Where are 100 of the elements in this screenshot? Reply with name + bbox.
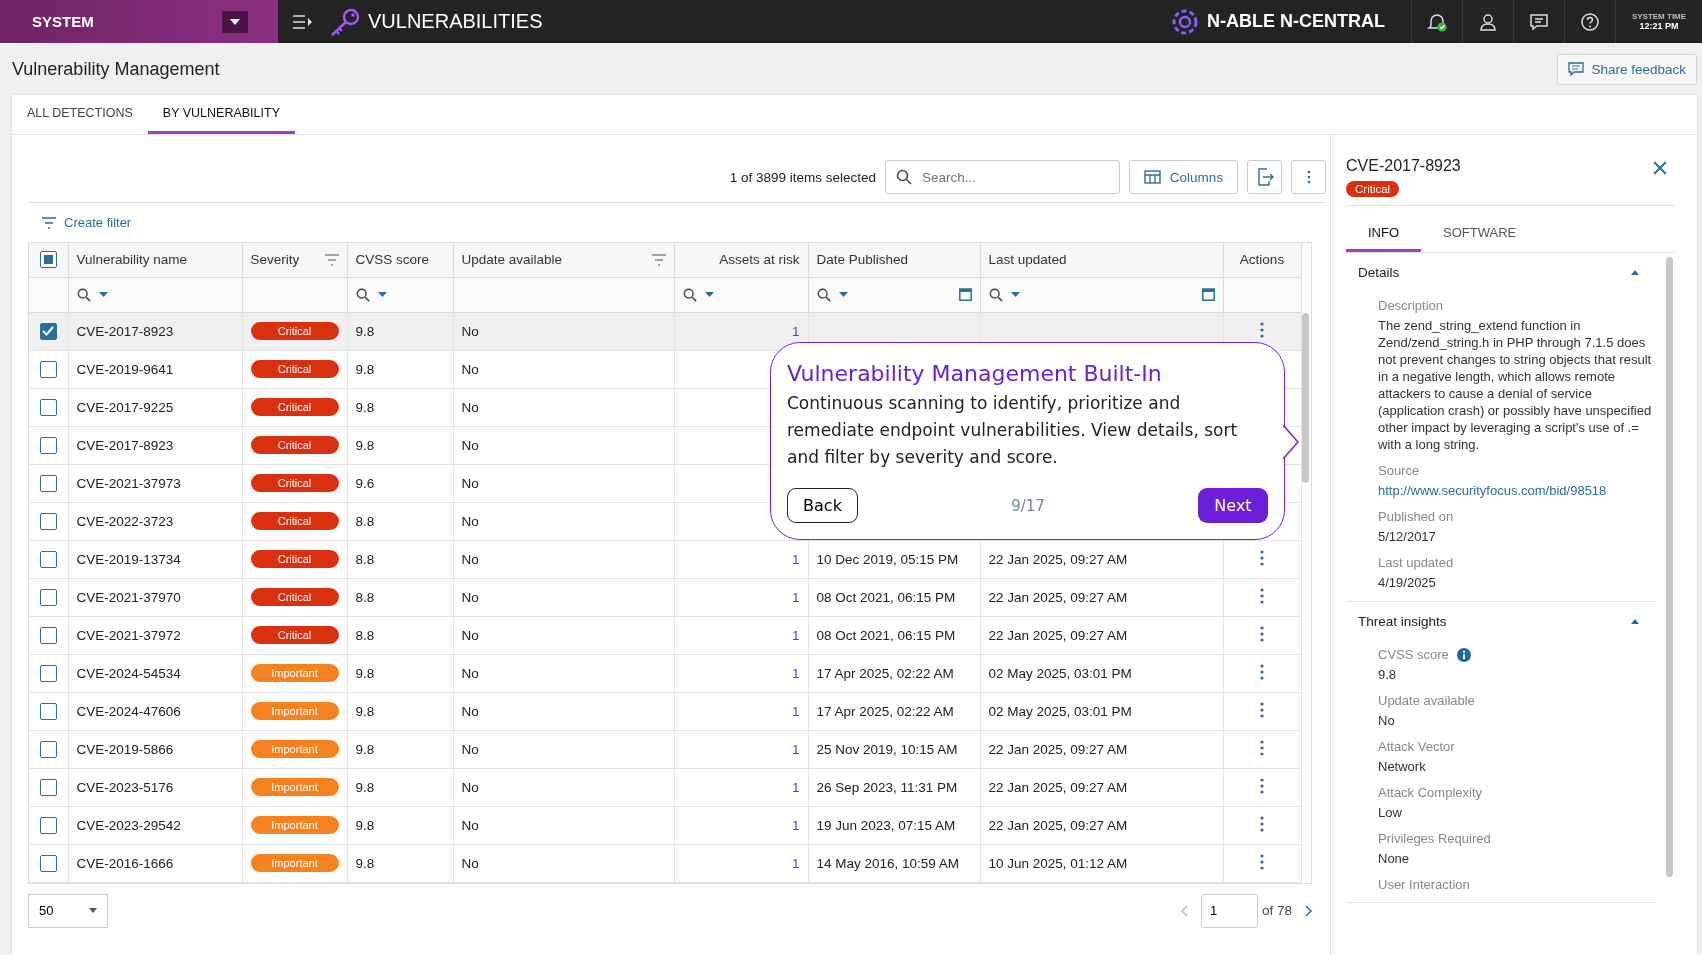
row-checkbox[interactable] [39, 740, 57, 758]
column-header[interactable]: Assets at risk [674, 243, 808, 277]
table-cell: No [461, 475, 479, 491]
section-header[interactable]: Threat insights [1346, 602, 1655, 637]
severity-badge: Critical [250, 474, 339, 492]
table-row[interactable]: CVE-2021-37972 Critical 8.8 No 1 08 Oct 2021, 06:15 PM 22 Jan 2025, 09:27 AM [29, 616, 1301, 654]
caret-icon[interactable] [704, 292, 714, 297]
comment-icon [1568, 62, 1585, 76]
column-header[interactable]: Last updated [980, 243, 1223, 277]
kebab-icon[interactable] [1260, 853, 1264, 870]
column-header[interactable]: Date Published [808, 243, 980, 277]
calendar-icon[interactable] [1201, 288, 1215, 301]
row-checkbox[interactable] [39, 550, 57, 568]
back-button[interactable]: Back [787, 488, 858, 523]
kebab-icon[interactable] [1260, 321, 1264, 338]
search-field[interactable]: Search... [885, 160, 1120, 194]
kebab-icon[interactable] [1260, 549, 1264, 566]
row-checkbox[interactable] [39, 474, 57, 492]
search-icon[interactable] [682, 287, 697, 302]
tab[interactable]: INFO [1346, 216, 1422, 252]
column-header[interactable]: Vulnerability name [68, 243, 242, 277]
row-checkbox[interactable] [39, 588, 57, 606]
columns-button[interactable]: Columns [1129, 160, 1238, 194]
row-checkbox[interactable] [39, 512, 57, 530]
table-row[interactable]: CVE-2024-54534 Important 9.8 No 1 17 Apr 2025, 02:22 AM 02 May 2025, 03:01 PM [29, 654, 1301, 692]
asset-count-link[interactable]: 1 [792, 627, 800, 643]
caret-icon[interactable] [1010, 292, 1020, 297]
column-header[interactable]: CVSS score [347, 243, 453, 277]
calendar-icon[interactable] [958, 288, 972, 301]
row-checkbox[interactable] [39, 778, 57, 796]
tab[interactable]: SOFTWARE [1421, 216, 1539, 252]
search-icon[interactable] [355, 287, 370, 302]
close-icon[interactable] [1653, 161, 1667, 175]
severity-badge: Important [250, 740, 339, 758]
search-icon[interactable] [988, 287, 1003, 302]
asset-count-link[interactable]: 1 [792, 741, 800, 757]
column-header[interactable]: Update available [453, 243, 674, 277]
field-value: Network [1378, 758, 1427, 775]
asset-count-link[interactable]: 1 [792, 855, 800, 871]
source-link[interactable]: http://www.securityfocus.com/bid/98518 [1378, 482, 1607, 499]
table-row[interactable]: CVE-2016-1666 Important 9.8 No 1 14 May 2016, 10:59 AM 10 Jun 2025, 01:12 AM [29, 844, 1301, 882]
scope-selector[interactable]: SYSTEM [0, 0, 278, 43]
asset-count-link[interactable]: 1 [792, 551, 800, 567]
kebab-icon[interactable] [1260, 663, 1264, 680]
row-checkbox[interactable] [39, 360, 57, 378]
table-row[interactable]: CVE-2019-5866 Important 9.8 No 1 25 Nov 2019, 10:15 AM 22 Jan 2025, 09:27 AM [29, 730, 1301, 768]
row-checkbox[interactable] [39, 854, 57, 872]
tab[interactable]: BY VULNERABILITY [147, 95, 295, 134]
page-number-field[interactable]: 1 [1200, 893, 1258, 928]
tab[interactable]: ALL DETECTIONS [12, 95, 148, 134]
asset-count-link[interactable]: 1 [792, 323, 800, 339]
asset-count-link[interactable]: 1 [792, 817, 800, 833]
asset-count-link[interactable]: 1 [792, 779, 800, 795]
export-button[interactable] [1247, 160, 1282, 194]
asset-count-link[interactable]: 1 [792, 703, 800, 719]
search-icon[interactable] [76, 287, 91, 302]
table-cell: No [461, 437, 479, 453]
table-cell: CVE-2017-9225 [76, 399, 174, 415]
next-button[interactable]: Next [1198, 488, 1268, 523]
row-checkbox[interactable] [39, 664, 57, 682]
column-header[interactable]: Severity [242, 243, 347, 277]
kebab-icon[interactable] [1260, 701, 1264, 718]
create-filter-link[interactable]: Create filter [28, 215, 132, 230]
table-row[interactable]: CVE-2024-47606 Important 9.8 No 1 17 Apr 2025, 02:22 AM 02 May 2025, 03:01 PM [29, 692, 1301, 730]
search-icon[interactable] [816, 287, 831, 302]
field-label: User Interaction [1378, 877, 1470, 892]
section-header[interactable]: Details [1346, 253, 1655, 288]
caret-icon[interactable] [838, 292, 848, 297]
field-label: CVSS score [1378, 647, 1449, 662]
caret-icon[interactable] [377, 292, 387, 297]
table-row[interactable]: CVE-2023-29542 Important 9.8 No 1 19 Jun 2023, 07:15 AM 22 Jan 2025, 09:27 AM [29, 806, 1301, 844]
share-feedback-button[interactable]: Share feedback [1557, 53, 1697, 85]
scrollbar[interactable] [1666, 257, 1673, 877]
next-page-icon[interactable] [1304, 904, 1312, 917]
row-checkbox[interactable] [39, 436, 57, 454]
kebab-icon[interactable] [1260, 587, 1264, 604]
table-row[interactable]: CVE-2017-8923 Critical 9.8 No 1 [29, 312, 1301, 350]
kebab-icon[interactable] [1260, 739, 1264, 756]
column-header[interactable]: Actions [1223, 243, 1301, 277]
dropdown-button[interactable] [222, 10, 248, 33]
row-checkbox[interactable] [39, 322, 57, 340]
kebab-icon[interactable] [1260, 625, 1264, 642]
kebab-icon[interactable] [1260, 777, 1264, 794]
page-size-dropdown[interactable]: 50 [28, 893, 108, 928]
select-all-checkbox[interactable] [39, 251, 57, 269]
caret-icon[interactable] [98, 292, 108, 297]
row-checkbox[interactable] [39, 626, 57, 644]
table-row[interactable]: CVE-2021-37970 Critical 8.8 No 1 08 Oct 2021, 06:15 PM 22 Jan 2025, 09:27 AM [29, 578, 1301, 616]
kebab-icon[interactable] [1260, 815, 1264, 832]
table-cell: No [461, 323, 479, 339]
scrollbar[interactable] [1302, 313, 1309, 483]
menu-icon[interactable] [292, 13, 314, 30]
field-label: Source [1378, 463, 1420, 478]
row-checkbox[interactable] [39, 398, 57, 416]
info-icon[interactable] [1456, 647, 1471, 662]
row-checkbox[interactable] [39, 702, 57, 720]
row-checkbox[interactable] [39, 816, 57, 834]
asset-count-link[interactable]: 1 [792, 665, 800, 681]
table-row[interactable]: CVE-2023-5176 Important 9.8 No 1 26 Sep 2023, 11:31 PM 22 Jan 2025, 09:27 AM [29, 768, 1301, 806]
asset-count-link[interactable]: 1 [792, 589, 800, 605]
